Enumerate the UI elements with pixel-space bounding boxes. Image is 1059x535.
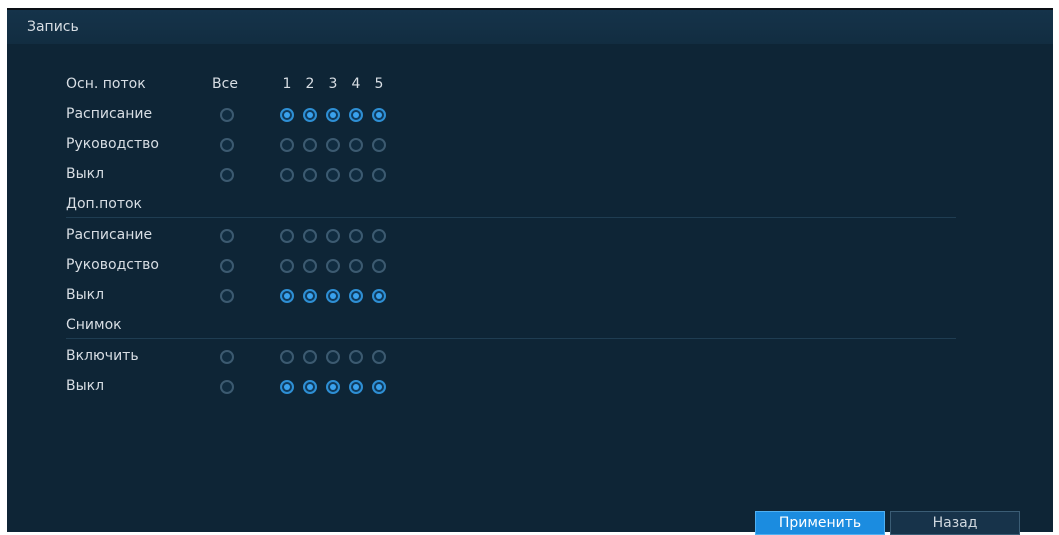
main-schedule-all-radio[interactable] (220, 108, 234, 122)
schedule-label: Расписание (66, 227, 153, 243)
sub-off-ch5-radio[interactable] (372, 289, 386, 303)
snapshot-section-row: Снимок (7, 315, 1053, 337)
sub-manual-ch3-radio[interactable] (326, 259, 340, 273)
snapshot-section-label: Снимок (66, 317, 122, 333)
sub-off-ch1-radio[interactable] (280, 289, 294, 303)
main-off-ch1-radio[interactable] (280, 168, 294, 182)
main-stream-off-row: Выкл (7, 164, 1053, 186)
enable-label: Включить (66, 348, 139, 364)
sub-manual-ch5-radio[interactable] (372, 259, 386, 273)
main-schedule-ch3-radio[interactable] (326, 108, 340, 122)
sub-off-ch2-radio[interactable] (303, 289, 317, 303)
sub-schedule-ch5-radio[interactable] (372, 229, 386, 243)
column-channel-4: 4 (351, 76, 361, 92)
sub-off-ch3-radio[interactable] (326, 289, 340, 303)
apply-button[interactable]: Применить (755, 511, 885, 535)
main-off-all-radio[interactable] (220, 168, 234, 182)
main-manual-ch5-radio[interactable] (372, 138, 386, 152)
main-stream-header: Осн. поток (66, 76, 146, 92)
section-divider (66, 338, 956, 339)
column-channel-5: 5 (374, 76, 384, 92)
sub-off-all-radio[interactable] (220, 289, 234, 303)
column-all: Все (212, 76, 238, 92)
snap-enable-ch4-radio[interactable] (349, 350, 363, 364)
sub-off-ch4-radio[interactable] (349, 289, 363, 303)
main-manual-ch3-radio[interactable] (326, 138, 340, 152)
main-off-ch4-radio[interactable] (349, 168, 363, 182)
sub-schedule-ch3-radio[interactable] (326, 229, 340, 243)
sub-manual-ch4-radio[interactable] (349, 259, 363, 273)
main-stream-schedule-row: Расписание (7, 104, 1053, 126)
main-off-ch2-radio[interactable] (303, 168, 317, 182)
main-schedule-ch4-radio[interactable] (349, 108, 363, 122)
snap-off-ch1-radio[interactable] (280, 380, 294, 394)
off-label: Выкл (66, 378, 105, 394)
sub-stream-off-row: Выкл (7, 285, 1053, 307)
snap-enable-ch2-radio[interactable] (303, 350, 317, 364)
record-window: Запись Осн. поток Все 1 2 3 4 5 Расписан… (7, 8, 1053, 535)
sub-stream-section-row: Доп.поток (7, 194, 1053, 216)
sub-stream-manual-row: Руководство (7, 255, 1053, 277)
sub-manual-ch1-radio[interactable] (280, 259, 294, 273)
snapshot-enable-row: Включить (7, 346, 1053, 368)
sub-manual-ch2-radio[interactable] (303, 259, 317, 273)
snap-off-ch5-radio[interactable] (372, 380, 386, 394)
main-stream-manual-row: Руководство (7, 134, 1053, 156)
sub-stream-section-label: Доп.поток (66, 196, 143, 212)
back-button[interactable]: Назад (890, 511, 1020, 535)
title-bar: Запись (7, 10, 1053, 44)
snap-enable-ch1-radio[interactable] (280, 350, 294, 364)
main-schedule-ch2-radio[interactable] (303, 108, 317, 122)
main-off-ch5-radio[interactable] (372, 168, 386, 182)
column-header-row: Осн. поток Все 1 2 3 4 5 (7, 74, 1053, 96)
sub-manual-all-radio[interactable] (220, 259, 234, 273)
main-off-ch3-radio[interactable] (326, 168, 340, 182)
snapshot-off-row: Выкл (7, 376, 1053, 398)
manual-label: Руководство (66, 257, 159, 273)
snap-enable-all-radio[interactable] (220, 350, 234, 364)
schedule-label: Расписание (66, 106, 153, 122)
snap-enable-ch5-radio[interactable] (372, 350, 386, 364)
snap-off-ch2-radio[interactable] (303, 380, 317, 394)
main-manual-all-radio[interactable] (220, 138, 234, 152)
main-schedule-ch5-radio[interactable] (372, 108, 386, 122)
main-manual-ch2-radio[interactable] (303, 138, 317, 152)
sub-schedule-ch2-radio[interactable] (303, 229, 317, 243)
off-label: Выкл (66, 166, 105, 182)
window-title: Запись (27, 19, 79, 35)
column-channel-2: 2 (305, 76, 315, 92)
manual-label: Руководство (66, 136, 159, 152)
section-divider (66, 217, 956, 218)
sub-stream-schedule-row: Расписание (7, 225, 1053, 247)
sub-schedule-all-radio[interactable] (220, 229, 234, 243)
off-label: Выкл (66, 287, 105, 303)
main-schedule-ch1-radio[interactable] (280, 108, 294, 122)
snap-off-ch4-radio[interactable] (349, 380, 363, 394)
main-manual-ch1-radio[interactable] (280, 138, 294, 152)
record-settings-panel: Осн. поток Все 1 2 3 4 5 Расписание Руко… (7, 44, 1053, 532)
snap-enable-ch3-radio[interactable] (326, 350, 340, 364)
column-channel-1: 1 (282, 76, 292, 92)
sub-schedule-ch1-radio[interactable] (280, 229, 294, 243)
column-channel-3: 3 (328, 76, 338, 92)
snap-off-all-radio[interactable] (220, 380, 234, 394)
snap-off-ch3-radio[interactable] (326, 380, 340, 394)
sub-schedule-ch4-radio[interactable] (349, 229, 363, 243)
main-manual-ch4-radio[interactable] (349, 138, 363, 152)
